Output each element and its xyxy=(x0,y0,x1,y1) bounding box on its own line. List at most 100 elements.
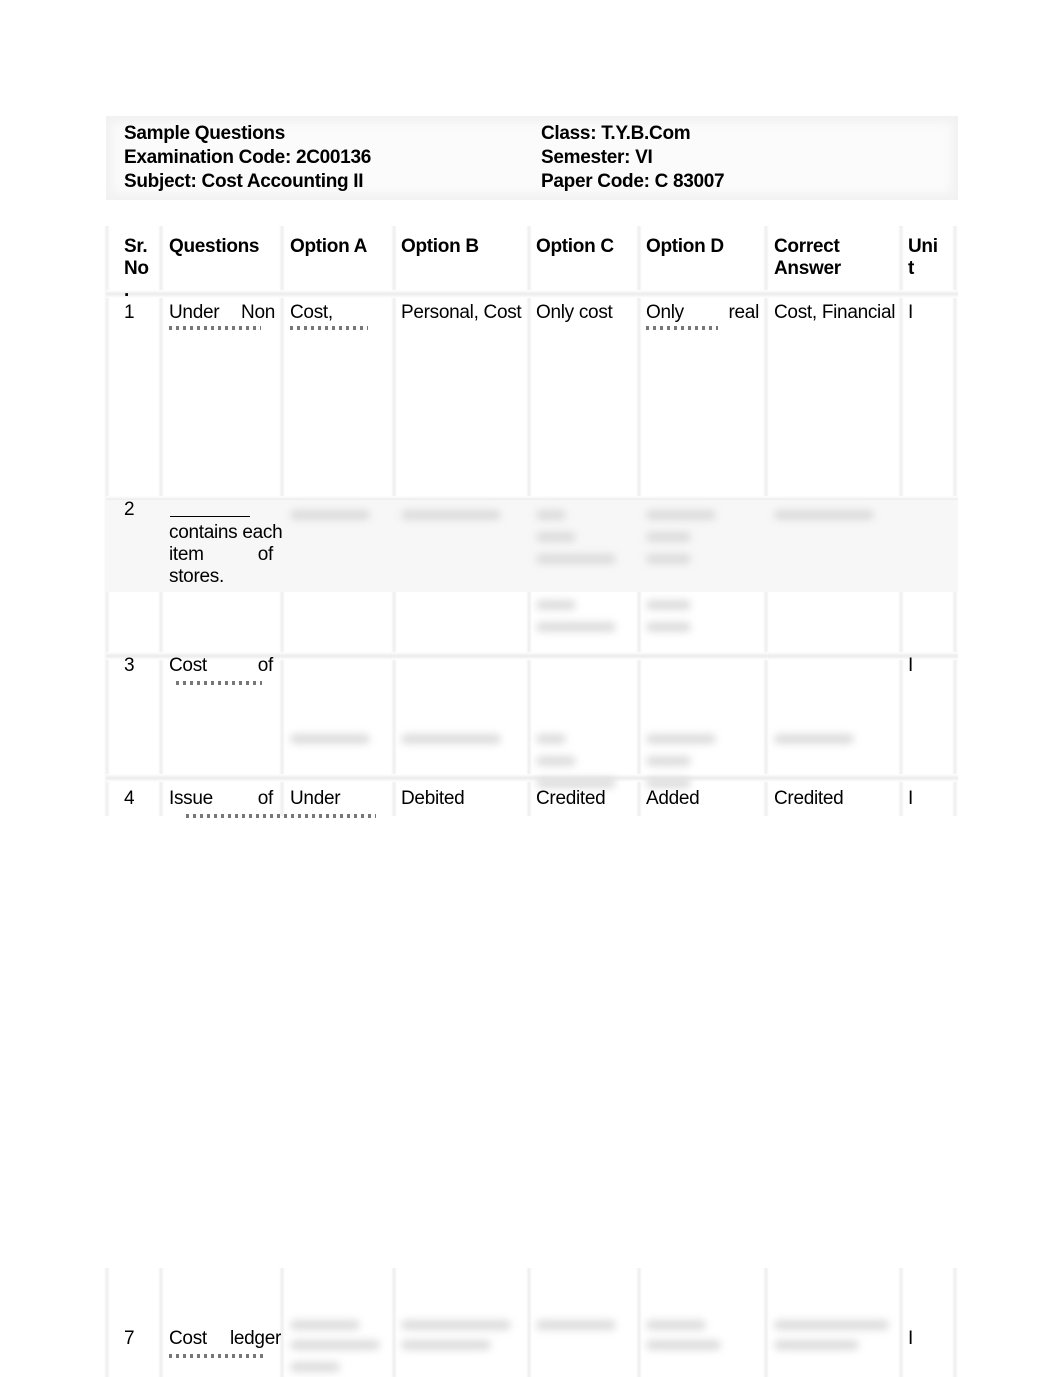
redacted-text xyxy=(774,1320,889,1330)
header-correct-line: Correct xyxy=(774,236,840,257)
table-grid-line xyxy=(952,1268,958,1377)
exam-info-left: Sample Questions Examination Code: 2C001… xyxy=(124,122,371,194)
redacted-text xyxy=(536,510,566,520)
questions-table-continued: 7 Cost ledger I xyxy=(104,1268,958,1377)
redacted-text xyxy=(536,756,576,766)
table-grid-line xyxy=(898,1268,904,1377)
subject: Subject: Cost Accounting II xyxy=(124,171,364,192)
redacted-text xyxy=(401,1320,511,1330)
question-word: Cost xyxy=(169,1328,207,1349)
clipped-text xyxy=(290,326,368,330)
redacted-text xyxy=(646,1320,706,1330)
question-word: of xyxy=(257,544,274,565)
question-word: of xyxy=(257,655,274,676)
redacted-text xyxy=(646,1340,721,1350)
clipped-text xyxy=(169,326,261,330)
redacted-text xyxy=(536,600,576,610)
redacted-text xyxy=(646,734,716,744)
header-questions: Questions xyxy=(169,236,260,257)
row-unit: I xyxy=(908,655,913,676)
row-question: Cost of xyxy=(169,655,273,677)
clipped-text xyxy=(169,1354,265,1358)
examination-code: Examination Code: 2C00136 xyxy=(124,147,371,168)
table-grid-line xyxy=(526,1268,532,1377)
header-unit-line: t xyxy=(908,258,915,279)
header-correct-answer: Correct Answer xyxy=(774,236,841,280)
row-option-b: Debited xyxy=(401,788,465,809)
redacted-text xyxy=(401,510,501,520)
question-word: ledger xyxy=(229,1328,281,1349)
redacted-text xyxy=(290,734,370,744)
table-grid-line xyxy=(106,774,958,782)
redacted-text xyxy=(536,1320,616,1330)
sample-questions-title: Sample Questions xyxy=(124,123,285,144)
question-word: item xyxy=(169,544,204,565)
question-word: Cost xyxy=(169,655,207,676)
redacted-text xyxy=(646,532,691,542)
row-correct-answer: Cost, Financial xyxy=(774,302,896,323)
question-word: Non xyxy=(241,302,275,323)
exam-info-box: Sample Questions Examination Code: 2C001… xyxy=(106,116,958,200)
redacted-text xyxy=(536,532,576,542)
redacted-text xyxy=(536,778,616,788)
questions-table: Sr. No . Questions Option A Option B Opt… xyxy=(104,226,958,818)
redacted-text xyxy=(290,1320,360,1330)
option-word: real xyxy=(728,302,760,323)
row-sr: 4 xyxy=(124,788,135,809)
table-grid-line xyxy=(636,1268,642,1377)
header-sr-no-line: Sr. xyxy=(124,236,148,257)
redacted-text xyxy=(774,510,874,520)
header-option-b: Option B xyxy=(401,236,479,257)
table-grid-line xyxy=(391,1268,397,1377)
clipped-text xyxy=(646,326,718,330)
redacted-text xyxy=(536,734,566,744)
row-sr: 2 xyxy=(124,499,135,520)
redacted-text xyxy=(646,778,691,788)
table-grid-line xyxy=(763,1268,769,1377)
redacted-text xyxy=(290,510,370,520)
row-sr: 7 xyxy=(124,1328,135,1349)
redacted-text xyxy=(536,622,616,632)
header-unit-line: Uni xyxy=(908,236,938,257)
paper-code: Paper Code: C 83007 xyxy=(541,171,725,192)
row-unit: I xyxy=(908,1328,913,1349)
row-question-line: stores. xyxy=(169,566,224,587)
question-word: Issue xyxy=(169,788,213,809)
redacted-text xyxy=(646,756,691,766)
redacted-text xyxy=(646,554,691,564)
redacted-text xyxy=(646,622,691,632)
redacted-text xyxy=(646,510,716,520)
header-correct-line: Answer xyxy=(774,258,841,279)
row-question: Cost ledger xyxy=(169,1328,281,1350)
table-grid-line xyxy=(104,1268,110,1377)
header-unit: Uni t xyxy=(908,236,938,280)
row-option-c: Only cost xyxy=(536,302,613,323)
redacted-text xyxy=(774,734,854,744)
header-option-d: Option D xyxy=(646,236,724,257)
question-word: of xyxy=(257,788,274,809)
table-grid-line xyxy=(106,290,958,298)
class: Class: T.Y.B.Com xyxy=(541,123,691,144)
question-word: Under xyxy=(169,302,220,323)
fill-in-blank xyxy=(170,516,250,517)
option-word: Only xyxy=(646,302,684,323)
redacted-text xyxy=(774,1340,859,1350)
header-sr-no-line: No xyxy=(124,258,149,279)
header-sr-no: Sr. No . xyxy=(124,236,149,302)
redacted-text xyxy=(646,600,691,610)
row-option-a: Under xyxy=(290,788,341,809)
clipped-text xyxy=(186,814,376,818)
header-option-c: Option C xyxy=(536,236,614,257)
table-grid-line xyxy=(158,1268,164,1377)
row-option-d: Added xyxy=(646,788,700,809)
clipped-text xyxy=(176,681,262,685)
row-option-c: Credited xyxy=(536,788,606,809)
redacted-text xyxy=(290,1362,340,1372)
redacted-text xyxy=(536,554,616,564)
row-question-line: contains each xyxy=(169,522,283,543)
row-sr: 3 xyxy=(124,655,135,676)
header-sr-no-line: . xyxy=(124,280,129,301)
row-option-d: Only real xyxy=(646,302,759,324)
exam-info-right: Class: T.Y.B.Com Semester: VI Paper Code… xyxy=(541,122,725,194)
redacted-text xyxy=(401,734,501,744)
